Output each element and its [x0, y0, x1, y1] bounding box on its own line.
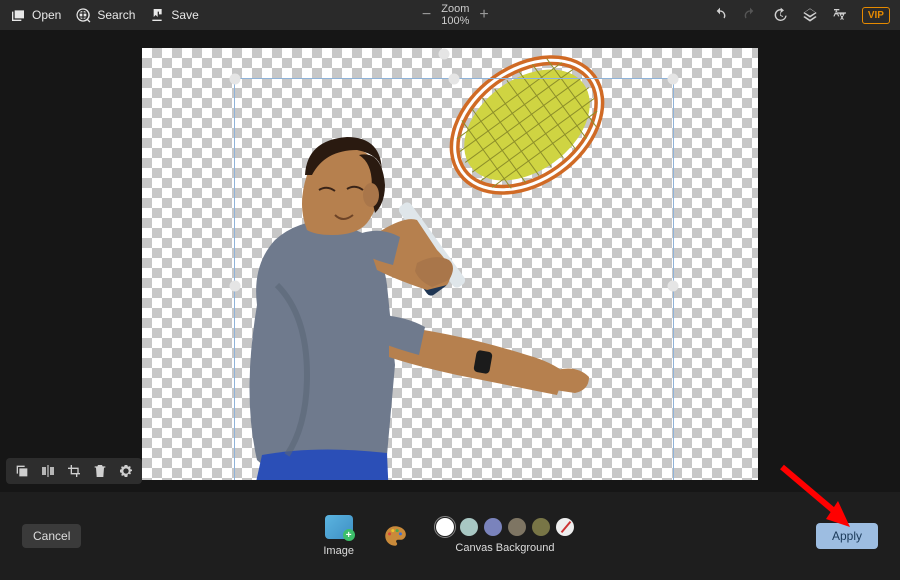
- swatch-none[interactable]: [556, 518, 574, 536]
- translate-icon[interactable]: [832, 7, 848, 23]
- layers-icon[interactable]: [802, 7, 818, 23]
- swatch-teal[interactable]: [460, 518, 478, 536]
- gear-icon[interactable]: [118, 463, 134, 479]
- flip-icon[interactable]: [40, 463, 56, 479]
- rotate-handle[interactable]: [438, 49, 449, 60]
- redo-icon[interactable]: [742, 7, 758, 23]
- open-label: Open: [32, 8, 61, 22]
- canvas-area: [0, 30, 900, 492]
- canvas-options: Image Canvas Background: [323, 515, 574, 557]
- toolbar-right: VIP: [712, 7, 890, 24]
- handle-top-right[interactable]: [668, 74, 679, 85]
- zoom-label: Zoom: [441, 3, 469, 15]
- swatch-taupe[interactable]: [508, 518, 526, 536]
- history-icon[interactable]: [772, 7, 788, 23]
- image-add-icon: [325, 515, 353, 539]
- zoom-readout: Zoom 100%: [441, 3, 469, 27]
- toolbar-left: Open Search Save: [10, 7, 199, 23]
- crop-selection[interactable]: [234, 78, 674, 480]
- mini-tool-panel: [6, 458, 142, 484]
- crop-icon[interactable]: [66, 463, 82, 479]
- undo-icon[interactable]: [712, 7, 728, 23]
- handle-mid-left[interactable]: [230, 280, 241, 291]
- zoom-in-button[interactable]: +: [479, 6, 488, 24]
- open-icon: [10, 7, 26, 23]
- canvas-bg-option: Canvas Background: [436, 518, 574, 554]
- zoom-value: 100%: [441, 15, 469, 27]
- bottom-bar: Cancel Image Canvas Background Apply: [0, 492, 900, 580]
- globe-search-icon: [75, 7, 91, 23]
- open-button[interactable]: Open: [10, 7, 61, 23]
- apply-button[interactable]: Apply: [816, 523, 878, 549]
- canvas-bg-label: Canvas Background: [455, 542, 554, 554]
- zoom-control: − Zoom 100% +: [422, 3, 489, 27]
- handle-top-left[interactable]: [230, 74, 241, 85]
- vip-badge[interactable]: VIP: [862, 7, 890, 24]
- swatch-violet[interactable]: [484, 518, 502, 536]
- search-button[interactable]: Search: [75, 7, 135, 23]
- trash-icon[interactable]: [92, 463, 108, 479]
- zoom-out-button[interactable]: −: [422, 6, 431, 24]
- toolbar-center: − Zoom 100% +: [422, 3, 489, 27]
- image-opt-label: Image: [323, 545, 354, 557]
- cancel-button[interactable]: Cancel: [22, 524, 81, 548]
- image-option[interactable]: Image: [323, 515, 354, 557]
- save-icon: [149, 7, 165, 23]
- copy-icon[interactable]: [14, 463, 30, 479]
- swatch-white[interactable]: [436, 518, 454, 536]
- top-toolbar: Open Search Save − Zoom 100% + VIP: [0, 0, 900, 30]
- search-label: Search: [97, 8, 135, 22]
- handle-mid-right[interactable]: [668, 280, 679, 291]
- save-button[interactable]: Save: [149, 7, 198, 23]
- save-label: Save: [171, 8, 198, 22]
- palette-icon[interactable]: [382, 523, 408, 549]
- handle-top-center[interactable]: [449, 74, 460, 85]
- swatch-olive[interactable]: [532, 518, 550, 536]
- swatch-row: [436, 518, 574, 536]
- canvas[interactable]: [142, 48, 758, 480]
